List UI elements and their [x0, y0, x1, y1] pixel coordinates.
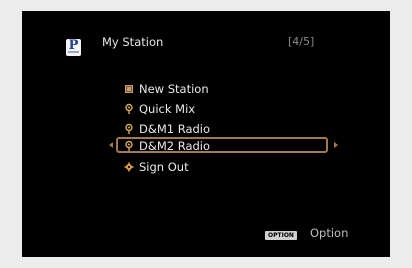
menu-item-label: D&M2 Radio [139, 139, 211, 153]
menu-item-dm1-radio[interactable]: D&M1 Radio [123, 121, 210, 137]
menu-item-label: Quick Mix [139, 102, 196, 116]
option-button-badge[interactable]: OPTION [265, 231, 297, 240]
radio-mic-icon [123, 140, 135, 152]
folder-icon [123, 83, 135, 95]
screen: P My Station [4/5] New Station Quick Mix… [22, 11, 390, 257]
menu-item-label: D&M1 Radio [139, 122, 211, 136]
menu-item-label: Sign Out [139, 160, 189, 174]
menu-item-sign-out[interactable]: Sign Out [123, 159, 189, 175]
menu-item-label: New Station [139, 82, 209, 96]
menu-item-dm2-radio[interactable]: D&M2 Radio [123, 138, 210, 154]
menu-item-quick-mix[interactable]: Quick Mix [123, 101, 195, 117]
radio-mic-icon [123, 123, 135, 135]
gear-icon [123, 161, 135, 173]
right-arrow-icon[interactable] [334, 142, 338, 148]
option-label[interactable]: Option [310, 226, 348, 240]
menu-item-new-station[interactable]: New Station [123, 81, 209, 97]
station-menu: New Station Quick Mix D&M1 Radio D&M2 Ra… [22, 11, 390, 257]
left-arrow-icon[interactable] [109, 142, 113, 148]
radio-mic-icon [123, 103, 135, 115]
